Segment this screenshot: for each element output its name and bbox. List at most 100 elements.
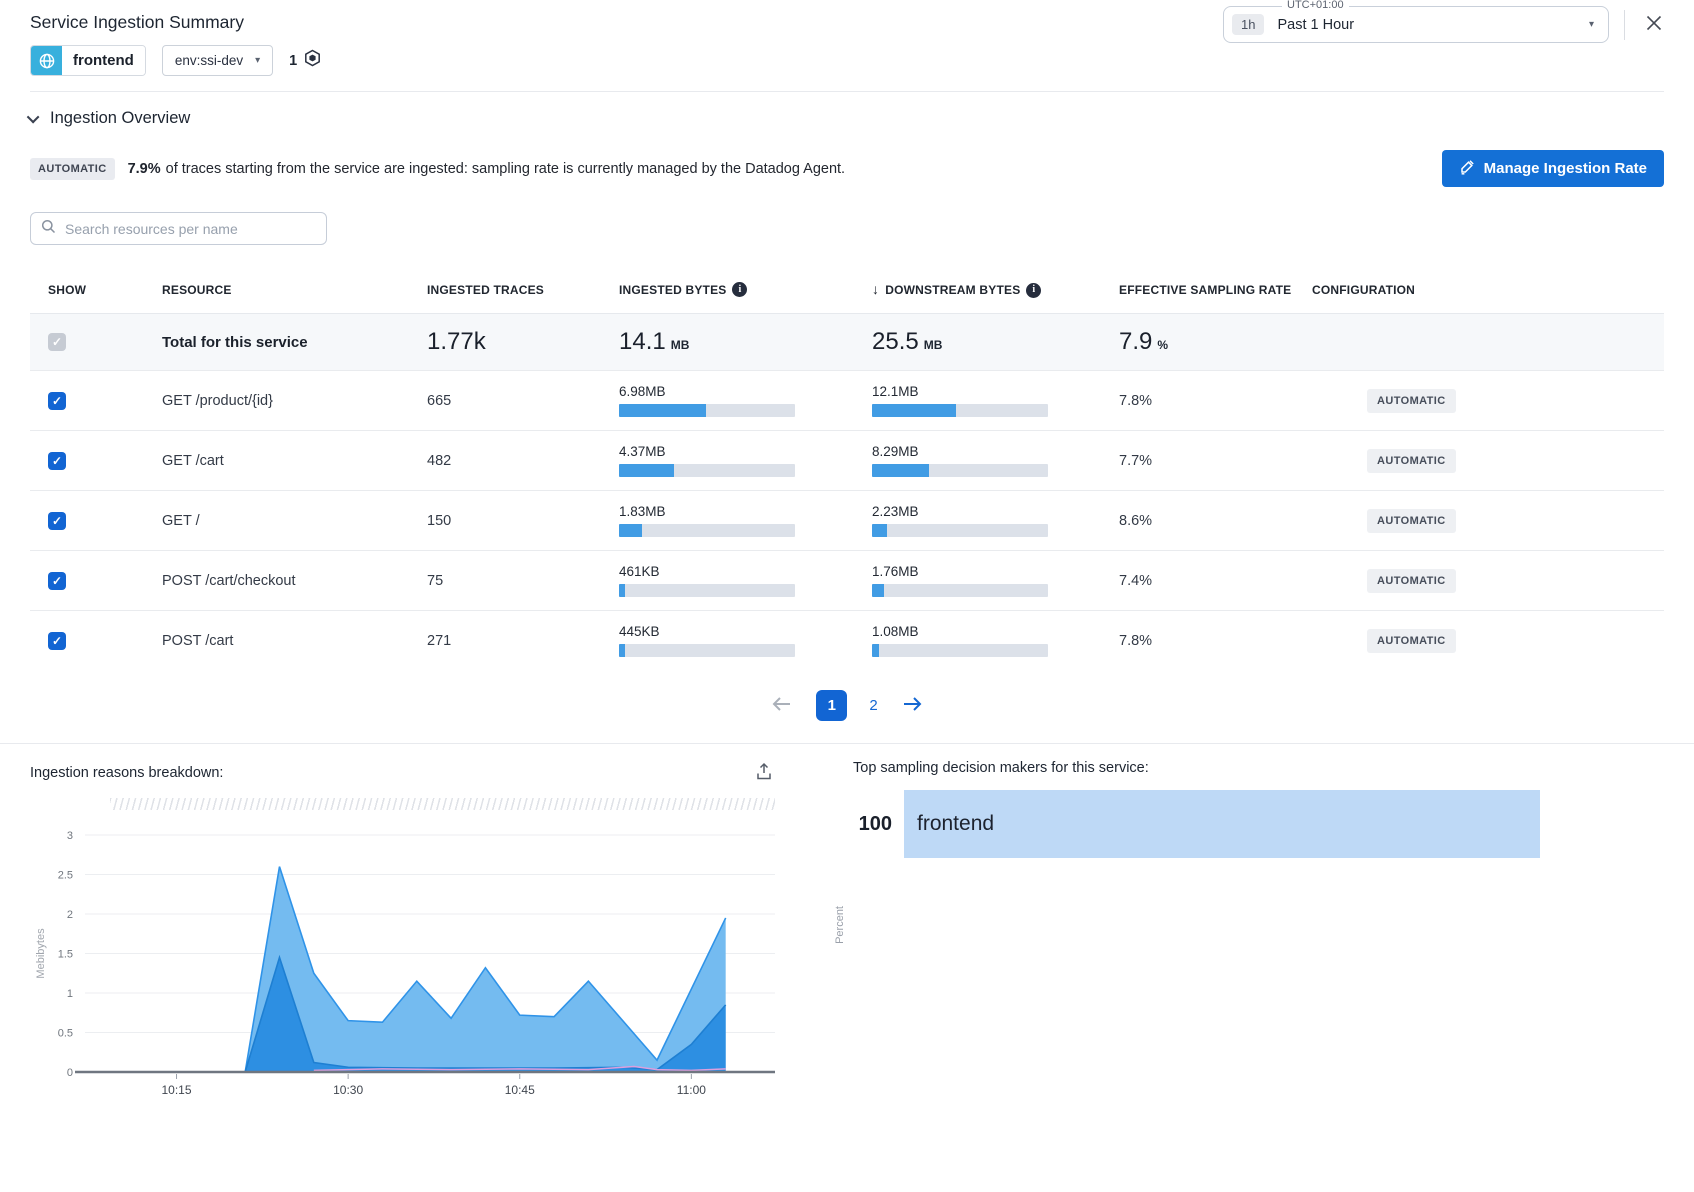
resource-name[interactable]: GET /cart [162,453,427,469]
close-icon [1644,13,1664,36]
search-input[interactable] [65,221,316,237]
sampling-rate-value: 7.8% [1119,393,1312,409]
sampling-decision-makers-panel: Top sampling decision makers for this se… [827,760,1664,1115]
column-header-show[interactable]: SHOW [30,282,162,299]
resource-name[interactable]: POST /cart/checkout [162,573,427,589]
arrow-right-icon [902,696,924,715]
service-ingestion-summary-panel: Service Ingestion Summary frontend env:s… [0,0,1694,1192]
total-row-checkbox: ✓ [48,333,66,351]
downstream-bytes-value: 12.1MB [872,384,1119,399]
time-range-badge: 1h [1232,14,1264,35]
downstream-bytes-bar [872,404,1048,417]
host-count: 1 [289,53,297,69]
ingestion-summary-row: AUTOMATIC 7.9% of traces starting from t… [30,150,1664,187]
table-total-row: ✓ Total for this service 1.77k 14.1MB 25… [30,313,1664,370]
resource-name[interactable]: POST /cart [162,633,427,649]
sampling-rate-value: 7.4% [1119,573,1312,589]
sampling-decision-makers-chart: Percent 100 frontend [827,790,1664,1060]
column-header-downstream-bytes[interactable]: ↓ DOWNSTREAM BYTES i [872,280,1119,300]
downstream-bytes-bar [872,584,1048,597]
service-name: frontend [62,46,145,75]
search-icon [41,219,56,239]
ingested-bytes-value: 4.37MB [619,444,872,459]
resource-name[interactable]: GET / [162,513,427,529]
resource-search[interactable] [30,212,327,245]
column-header-ingested-traces[interactable]: INGESTED TRACES [427,282,619,299]
time-range-selector[interactable]: UTC+01:00 1h Past 1 Hour ▾ [1223,6,1609,43]
page-number-link[interactable]: 2 [869,697,877,714]
svg-text:1: 1 [67,988,73,1000]
edit-icon [1459,159,1475,179]
charts-section: Ingestion reasons breakdown: 00.511.522.… [0,743,1694,1115]
total-ingested-bytes-unit: MB [671,338,690,352]
env-select-value: env:ssi-dev [175,53,243,68]
total-downstream-bytes: 25.5 [872,328,919,355]
caret-down-icon: ▾ [255,56,260,66]
ingestion-overview-toggle[interactable]: Ingestion Overview [30,109,1694,128]
timezone-label: UTC+01:00 [1282,0,1349,11]
panel-header: Service Ingestion Summary frontend env:s… [0,0,1694,92]
row-checkbox[interactable]: ✓ [48,512,66,530]
table-row: ✓ GET /product/{id} 665 6.98MB 12.1MB 7.… [30,370,1664,430]
decision-maker-bar[interactable]: frontend [904,790,1540,858]
section-divider [30,91,1664,92]
column-header-configuration[interactable]: CONFIGURATION [1312,282,1664,299]
env-select[interactable]: env:ssi-dev ▾ [162,45,273,76]
table-row: ✓ POST /cart/checkout 75 461KB 1.76MB 7.… [30,550,1664,610]
decision-maker-value: 100 [853,813,904,836]
ingested-traces-value: 75 [427,573,619,589]
info-icon[interactable]: i [732,282,747,297]
total-downstream-bytes-unit: MB [924,338,943,352]
decision-maker-label: frontend [904,812,994,836]
ingestion-breakdown-chart[interactable]: 00.511.522.53Mebibytes10:1510:3010:4511:… [30,810,775,1110]
row-checkbox[interactable]: ✓ [48,452,66,470]
decision-maker-bar-row[interactable]: 100 frontend [853,790,1540,858]
close-button[interactable] [1640,9,1668,40]
ingested-bytes-value: 1.83MB [619,504,872,519]
column-header-resource[interactable]: RESOURCE [162,282,427,299]
ingestion-rate-description: of traces starting from the service are … [166,161,845,177]
ingested-bytes-bar [619,584,795,597]
row-checkbox[interactable]: ✓ [48,572,66,590]
row-checkbox[interactable]: ✓ [48,632,66,650]
column-header-downstream-bytes-label: DOWNSTREAM BYTES [885,282,1020,299]
svg-text:2: 2 [67,909,73,921]
header-divider [1624,10,1625,40]
total-ingested-bytes: 14.1 [619,328,666,355]
next-page-button[interactable] [900,694,926,717]
svg-text:10:45: 10:45 [505,1083,535,1097]
ingestion-rate-value: 7.9% [128,161,161,177]
export-icon [755,762,773,784]
svg-text:Mebibytes: Mebibytes [35,928,47,979]
host-count-indicator: 1 [289,49,321,72]
caret-down-icon: ▾ [1589,20,1594,30]
ingested-bytes-value: 6.98MB [619,384,872,399]
table-row: ✓ POST /cart 271 445KB 1.08MB 7.8% AUTOM… [30,610,1664,670]
info-icon[interactable]: i [1026,283,1041,298]
row-checkbox[interactable]: ✓ [48,392,66,410]
manage-ingestion-rate-button[interactable]: Manage Ingestion Rate [1442,150,1664,187]
chart-pattern-band [110,798,775,810]
column-header-effective-sampling-rate[interactable]: EFFECTIVE SAMPLING RATE [1119,282,1312,299]
header-actions: UTC+01:00 1h Past 1 Hour ▾ [1223,6,1668,43]
svg-text:1.5: 1.5 [58,949,73,961]
export-button[interactable] [753,760,775,786]
ingested-traces-value: 150 [427,513,619,529]
manage-button-label: Manage Ingestion Rate [1484,160,1647,177]
configuration-badge: AUTOMATIC [1367,509,1456,533]
downstream-bytes-value: 8.29MB [872,444,1119,459]
svg-text:0: 0 [67,1067,73,1079]
configuration-badge: AUTOMATIC [1367,629,1456,653]
globe-icon [31,46,62,75]
hexagon-icon [304,49,321,72]
sampling-rate-value: 7.8% [1119,633,1312,649]
column-header-ingested-bytes[interactable]: INGESTED BYTES i [619,282,872,299]
section-title: Ingestion Overview [50,109,190,128]
automatic-mode-badge: AUTOMATIC [30,158,115,180]
ingested-traces-value: 271 [427,633,619,649]
previous-page-button[interactable] [768,694,794,717]
downstream-bytes-bar [872,464,1048,477]
page-number-current[interactable]: 1 [816,690,847,721]
service-chip[interactable]: frontend [30,45,146,76]
resource-name[interactable]: GET /product/{id} [162,393,427,409]
